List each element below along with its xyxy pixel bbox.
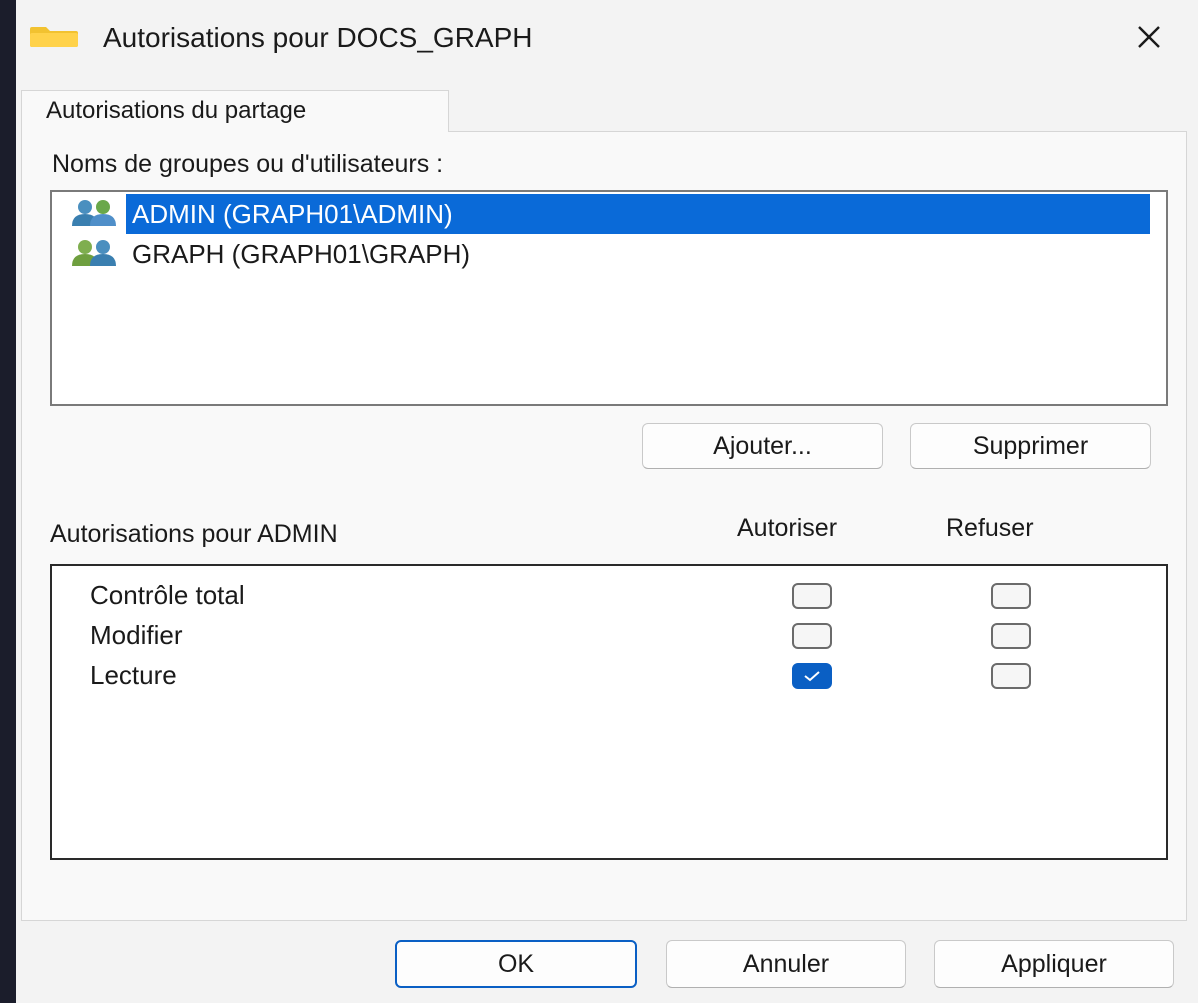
permission-name: Modifier: [90, 620, 183, 650]
permission-row-full-control: Contrôle total: [52, 575, 1152, 615]
permission-row-read: Lecture: [52, 655, 1152, 695]
list-item-label: GRAPH (GRAPH01\GRAPH): [132, 239, 471, 269]
users-icon: [72, 240, 116, 266]
allow-checkbox[interactable]: [792, 583, 832, 609]
permission-row-modify: Modifier: [52, 615, 1152, 655]
groups-listbox[interactable]: ADMIN (GRAPH01\ADMIN) GRAPH (GRAPH01\GRA…: [50, 190, 1168, 406]
checkmark-icon: [804, 671, 820, 682]
list-item-label: ADMIN (GRAPH01\ADMIN): [126, 194, 1150, 234]
deny-checkbox[interactable]: [991, 583, 1031, 609]
list-item[interactable]: GRAPH (GRAPH01\GRAPH): [52, 234, 1152, 274]
deny-checkbox[interactable]: [991, 623, 1031, 649]
remove-button[interactable]: Supprimer: [910, 423, 1151, 469]
allow-checkbox[interactable]: [792, 663, 832, 689]
add-button[interactable]: Ajouter...: [642, 423, 883, 469]
cancel-button[interactable]: Annuler: [666, 940, 906, 988]
deny-column-header: Refuser: [946, 514, 1034, 542]
deny-checkbox[interactable]: [991, 663, 1031, 689]
title-bar: Autorisations pour DOCS_GRAPH: [16, 0, 1198, 74]
permission-name: Contrôle total: [90, 580, 245, 610]
close-icon: [1138, 26, 1160, 48]
allow-column-header: Autoriser: [737, 514, 838, 542]
permissions-label: Autorisations pour ADMIN: [50, 520, 338, 548]
window-title: Autorisations pour DOCS_GRAPH: [103, 22, 533, 53]
dialog-footer: OK Annuler Appliquer: [16, 921, 1198, 1003]
permission-name: Lecture: [90, 660, 177, 690]
groups-label: Noms de groupes ou d'utilisateurs :: [52, 150, 444, 178]
permissions-list: Contrôle total Modifier Lecture: [50, 564, 1168, 860]
close-button[interactable]: [1124, 14, 1174, 60]
tab-share-permissions[interactable]: Autorisations du partage: [21, 90, 449, 132]
permissions-dialog: Autorisations pour DOCS_GRAPH Autorisati…: [16, 0, 1198, 1003]
tab-strip: Autorisations du partage: [21, 90, 1187, 132]
folder-icon: [30, 27, 78, 47]
allow-checkbox[interactable]: [792, 623, 832, 649]
apply-button[interactable]: Appliquer: [934, 940, 1174, 988]
users-icon: [72, 200, 116, 226]
ok-button[interactable]: OK: [395, 940, 637, 988]
list-item[interactable]: ADMIN (GRAPH01\ADMIN): [52, 194, 1152, 234]
